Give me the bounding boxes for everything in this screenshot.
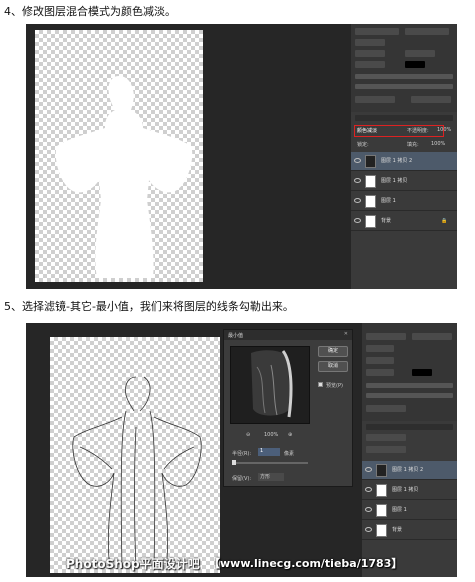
screenshot-minimum-filter: 最小值 ✕ ⊖ 100% ⊕ 确定 取消 预览(P) 半径(R): 1 像素 保… bbox=[26, 323, 457, 577]
zoom-in-icon[interactable]: ⊕ bbox=[288, 432, 292, 438]
layer-name: 图层 1 拷贝 2 bbox=[381, 158, 413, 164]
step5-instruction: 5、选择滤镜-其它-最小值，我们来将图层的线条勾勒出来。 bbox=[4, 300, 294, 313]
layer-name: 图层 1 拷贝 bbox=[392, 487, 419, 493]
figure-line-art bbox=[72, 376, 202, 570]
language-select[interactable] bbox=[366, 405, 406, 412]
layer-row[interactable]: 背景 bbox=[362, 521, 457, 540]
radius-slider[interactable] bbox=[232, 460, 308, 465]
step4-instruction: 4、修改图层混合模式为颜色减淡。 bbox=[4, 5, 176, 18]
layer-thumbnail bbox=[365, 155, 376, 168]
color-swatch[interactable] bbox=[405, 61, 425, 68]
preserve-label: 保留(V): bbox=[232, 476, 252, 482]
layer-thumbnail bbox=[376, 524, 387, 537]
layer-name: 图层 1 拷贝 2 bbox=[392, 467, 424, 473]
lock-label: 锁定: bbox=[357, 142, 369, 148]
document-canvas bbox=[35, 30, 203, 282]
font-style-select[interactable] bbox=[405, 28, 449, 35]
zoom-out-icon[interactable]: ⊖ bbox=[246, 432, 250, 438]
font-family-select[interactable] bbox=[355, 28, 399, 35]
layer-row[interactable]: 背景 🔒 bbox=[351, 212, 457, 231]
eye-icon[interactable] bbox=[354, 178, 361, 183]
layers-panel: 颜色减淡 不透明度: 100% 锁定: 填充: 100% 图层 1 拷贝 2 图… bbox=[351, 112, 457, 289]
language-select[interactable] bbox=[355, 96, 395, 103]
eye-icon[interactable] bbox=[365, 467, 372, 472]
layers-tab-bar bbox=[355, 115, 453, 121]
font-family-select[interactable] bbox=[366, 333, 406, 340]
layer-thumbnail bbox=[376, 504, 387, 517]
eye-icon[interactable] bbox=[354, 198, 361, 203]
eye-icon[interactable] bbox=[354, 218, 361, 223]
eye-icon[interactable] bbox=[354, 158, 361, 163]
preview-label: 预览(P) bbox=[326, 383, 343, 389]
radius-unit: 像素 bbox=[284, 451, 295, 457]
text-style-buttons-2[interactable] bbox=[366, 393, 453, 398]
lock-icon: 🔒 bbox=[441, 218, 448, 224]
document-canvas bbox=[50, 337, 220, 573]
layer-thumbnail bbox=[376, 464, 387, 477]
layer-name: 图层 1 bbox=[392, 507, 407, 513]
watermark-brand: PhotoShop平面设计吧 bbox=[66, 557, 200, 571]
right-panels: 颜色减淡 不透明度: 100% 锁定: 填充: 100% 图层 1 拷贝 2 图… bbox=[351, 24, 457, 289]
radius-label: 半径(R): bbox=[232, 451, 252, 457]
layer-name: 背景 bbox=[381, 218, 392, 224]
font-style-select[interactable] bbox=[412, 333, 452, 340]
layer-thumbnail bbox=[376, 484, 387, 497]
layer-thumbnail bbox=[365, 195, 376, 208]
eye-icon[interactable] bbox=[365, 507, 372, 512]
text-style-buttons-2[interactable] bbox=[355, 84, 453, 89]
minimum-filter-dialog: 最小值 ✕ ⊖ 100% ⊕ 确定 取消 预览(P) 半径(R): 1 像素 保… bbox=[223, 329, 353, 487]
layer-name: 图层 1 拷贝 bbox=[381, 178, 408, 184]
text-style-buttons[interactable] bbox=[355, 74, 453, 79]
font-size-field[interactable] bbox=[366, 345, 394, 352]
layer-name: 图层 1 bbox=[381, 198, 396, 204]
blend-mode-select[interactable]: 颜色减淡 bbox=[357, 127, 377, 134]
vertical-scale-field[interactable] bbox=[366, 369, 394, 376]
opacity-value[interactable]: 100% bbox=[437, 127, 451, 133]
radius-input[interactable]: 1 bbox=[258, 448, 280, 456]
dialog-title: 最小值 bbox=[228, 333, 244, 339]
fill-label: 填充: bbox=[407, 142, 419, 148]
kerning-field[interactable] bbox=[366, 357, 394, 364]
zoom-level: 100% bbox=[264, 432, 279, 438]
dialog-titlebar: 最小值 ✕ bbox=[224, 330, 352, 340]
ok-button[interactable]: 确定 bbox=[318, 346, 348, 357]
layer-row[interactable]: 图层 1 拷贝 2 bbox=[351, 152, 457, 171]
eye-icon[interactable] bbox=[365, 527, 372, 532]
lock-row bbox=[366, 446, 406, 453]
right-panels: 图层 1 拷贝 2 图层 1 拷贝 图层 1 背景 bbox=[362, 323, 457, 577]
text-style-buttons[interactable] bbox=[366, 383, 453, 388]
watermark-url: 【www.linecg.com/tieba/1783】 bbox=[209, 557, 403, 570]
preview-image bbox=[251, 350, 293, 418]
layer-row[interactable]: 图层 1 bbox=[351, 192, 457, 211]
layer-row[interactable]: 图层 1 拷贝 2 bbox=[362, 461, 457, 480]
layer-row[interactable]: 图层 1 拷贝 bbox=[362, 481, 457, 500]
font-size-field[interactable] bbox=[355, 39, 385, 46]
cancel-button[interactable]: 取消 bbox=[318, 361, 348, 372]
slider-thumb[interactable] bbox=[232, 460, 236, 465]
kerning-field[interactable] bbox=[355, 50, 385, 57]
eye-icon[interactable] bbox=[365, 487, 372, 492]
opacity-label: 不透明度: bbox=[407, 128, 429, 134]
antialias-select[interactable] bbox=[411, 96, 451, 103]
fill-value[interactable]: 100% bbox=[431, 141, 445, 147]
figure-silhouette bbox=[55, 76, 193, 278]
close-icon[interactable]: ✕ bbox=[344, 331, 348, 337]
filter-preview[interactable] bbox=[230, 346, 310, 424]
vertical-scale-field[interactable] bbox=[355, 61, 385, 68]
color-swatch[interactable] bbox=[412, 369, 432, 376]
preserve-select[interactable]: 方形 bbox=[258, 473, 284, 481]
layer-row[interactable]: 图层 1 bbox=[362, 501, 457, 520]
screenshot-blend-mode: 颜色减淡 不透明度: 100% 锁定: 填充: 100% 图层 1 拷贝 2 图… bbox=[26, 24, 457, 289]
blend-mode-select[interactable] bbox=[366, 434, 406, 441]
preview-checkbox[interactable] bbox=[318, 382, 323, 387]
tracking-field[interactable] bbox=[405, 50, 435, 57]
layer-row[interactable]: 图层 1 拷贝 bbox=[351, 172, 457, 191]
layers-tab-bar bbox=[366, 424, 453, 430]
layers-panel: 图层 1 拷贝 2 图层 1 拷贝 图层 1 背景 bbox=[362, 421, 457, 577]
layer-name: 背景 bbox=[392, 527, 403, 533]
layer-thumbnail bbox=[365, 215, 376, 228]
layer-thumbnail bbox=[365, 175, 376, 188]
